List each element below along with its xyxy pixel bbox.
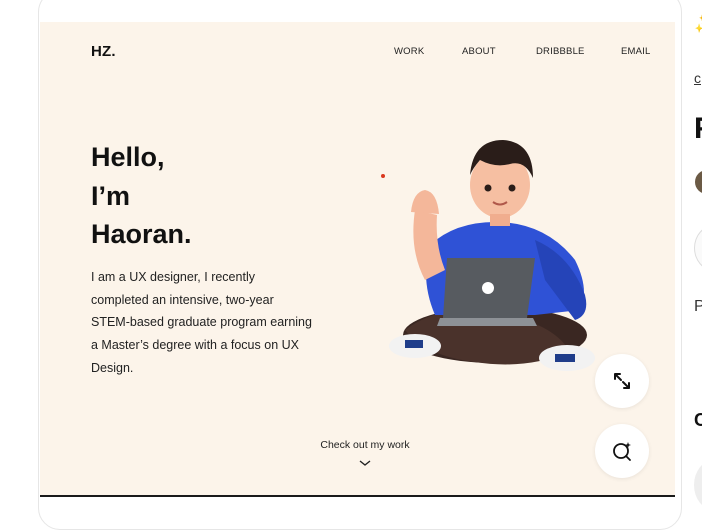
expand-button[interactable] bbox=[595, 354, 649, 408]
avatar-illustration bbox=[389, 140, 595, 371]
side-panel-button[interactable] bbox=[694, 225, 702, 271]
hero-title: Hello, I’m Haoran. bbox=[91, 138, 341, 254]
chevron-down-icon[interactable] bbox=[358, 458, 372, 468]
side-panel-heading: C bbox=[694, 410, 702, 430]
image-viewer: HZ. WORK ABOUT DRIBBBLE EMAIL Hello, I’m… bbox=[0, 0, 702, 530]
side-panel-icon[interactable]: ✨ bbox=[694, 14, 702, 35]
hero-title-line: Haoran. bbox=[91, 219, 192, 249]
expand-icon bbox=[614, 373, 630, 389]
hero-description: I am a UX designer, I recently completed… bbox=[91, 270, 312, 375]
check-out-work-link[interactable]: Check out my work bbox=[310, 439, 420, 451]
side-panel-avatar[interactable] bbox=[695, 170, 702, 194]
hero-title-line: I’m bbox=[91, 180, 131, 211]
nav-email[interactable]: EMAIL bbox=[621, 46, 651, 57]
nav-about[interactable]: ABOUT bbox=[462, 46, 496, 57]
side-panel-thumbnail[interactable] bbox=[694, 460, 702, 510]
website-screenshot[interactable]: HZ. WORK ABOUT DRIBBBLE EMAIL Hello, I’m… bbox=[40, 22, 675, 497]
nav-work[interactable]: WORK bbox=[394, 46, 424, 57]
side-panel-link[interactable]: c bbox=[694, 70, 701, 86]
nav-dribbble[interactable]: DRIBBBLE bbox=[536, 46, 585, 57]
side-panel-title: F bbox=[694, 112, 702, 146]
site-logo[interactable]: HZ. bbox=[91, 43, 116, 60]
visual-search-icon bbox=[613, 442, 631, 461]
side-panel-text: P bbox=[694, 298, 702, 315]
hero-title-line: Hello, bbox=[91, 142, 165, 172]
visual-search-button[interactable] bbox=[595, 424, 649, 478]
